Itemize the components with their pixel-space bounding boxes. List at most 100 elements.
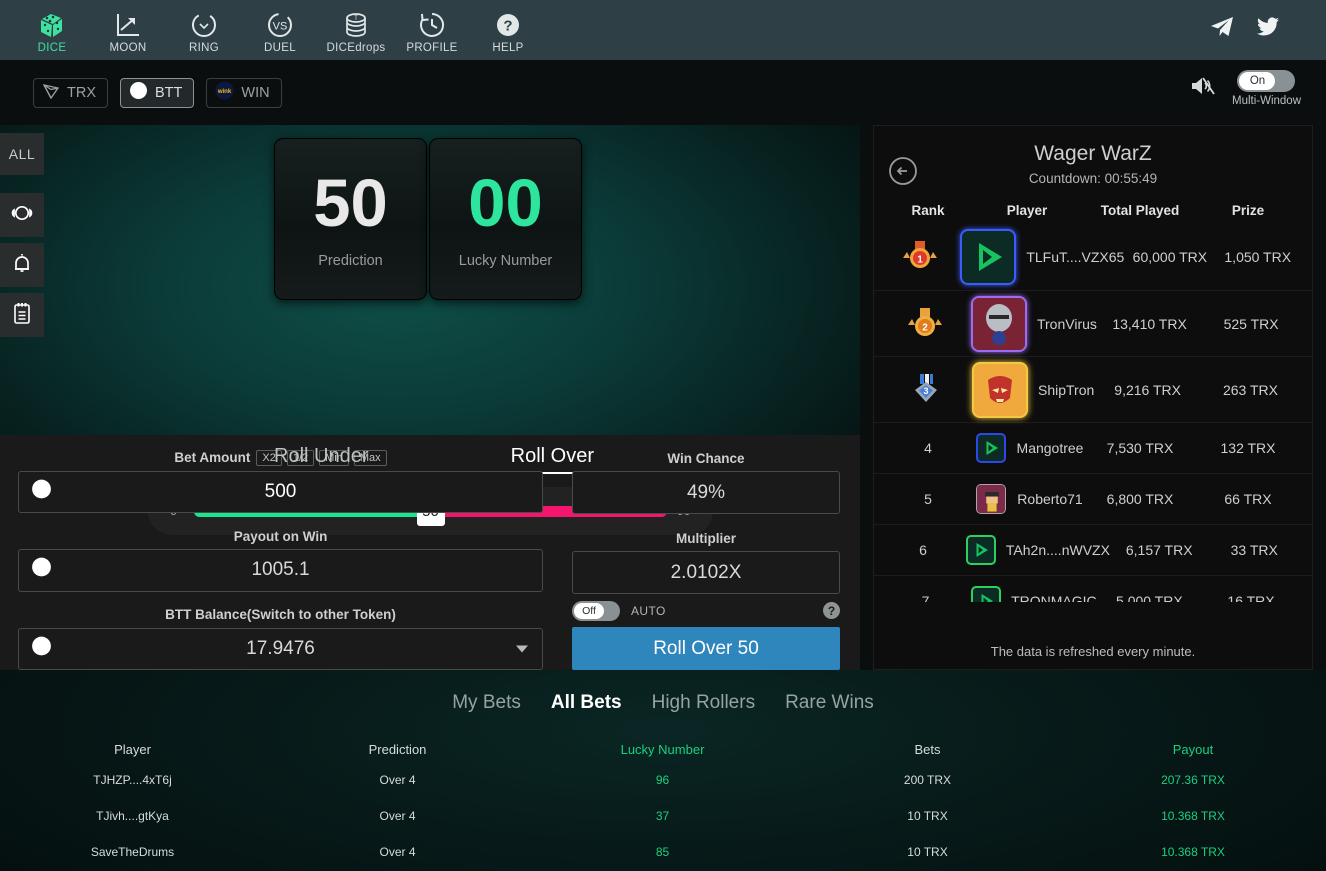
sidebar-item-support[interactable]: [0, 193, 44, 237]
bets-table: Player Prediction Lucky Number Bets Payo…: [0, 736, 1326, 870]
nav-label: RING: [189, 42, 219, 54]
question-icon[interactable]: ?: [823, 602, 840, 619]
win-chance-field[interactable]: 49%: [572, 471, 840, 514]
svg-text:2: 2: [923, 322, 929, 333]
avatar: [971, 296, 1027, 352]
sidebar-item-history[interactable]: [0, 293, 44, 337]
token-button-win[interactable]: wink WIN: [206, 78, 281, 108]
table-row[interactable]: 1 TLFuT....VZX65 60,000 TRX 1,050 TRX: [874, 224, 1312, 290]
roll-button[interactable]: Roll Over 50: [572, 627, 840, 670]
nav-item-profile[interactable]: PROFILE: [394, 6, 470, 54]
prize: 132 TRX: [1196, 440, 1300, 456]
lucky-number-label: Lucky Number: [459, 253, 552, 269]
multiplier-field[interactable]: 2.0102X: [572, 551, 840, 594]
tab-all-bets[interactable]: All Bets: [551, 692, 622, 714]
column-header-prediction: Prediction: [265, 742, 530, 757]
prize: 66 TRX: [1196, 491, 1300, 507]
leaderboard-countdown: Countdown: 00:55:49: [874, 171, 1312, 186]
table-row[interactable]: SaveTheDrums Over 4 85 10 TRX 10.368 TRX: [0, 834, 1326, 870]
tokenbar-right-controls: On Multi-Window: [1190, 70, 1301, 107]
main-content: ALL: [0, 125, 1326, 670]
chevron-down-icon[interactable]: [516, 645, 528, 652]
bet-amount-input[interactable]: 500: [18, 471, 543, 513]
bittorrent-icon: [31, 478, 52, 505]
sidebar-item-all[interactable]: ALL: [0, 133, 44, 175]
token-label: BTT: [155, 85, 182, 101]
bet-amount: 10 TRX: [795, 845, 1060, 859]
nav-item-ring[interactable]: RING: [166, 6, 242, 54]
token-label: TRX: [67, 85, 96, 101]
leaderboard-header: Wager WarZ Countdown: 00:55:49: [874, 126, 1312, 186]
multiwindow-toggle[interactable]: On: [1237, 70, 1295, 92]
bet-amount: 10 TRX: [795, 809, 1060, 823]
clipboard-icon: [10, 301, 34, 330]
bet-controls-panel: Bet Amount X2 1/2 Min Max 500 Payout on: [0, 435, 860, 670]
telegram-icon[interactable]: [1210, 16, 1234, 43]
total-played: 6,800 TRX: [1084, 491, 1196, 507]
leaderboard-footer-note: The data is refreshed every minute.: [874, 644, 1312, 659]
top-navigation-bar: DICE MOON RING VS DUEL T DICEdrops: [0, 0, 1326, 60]
player-cell: ShipTron: [966, 362, 1094, 418]
bittorrent-icon: [31, 635, 52, 662]
bet-payout: 207.36 TRX: [1060, 773, 1326, 787]
bet-left-column: Bet Amount X2 1/2 Min Max 500 Payout on: [18, 445, 543, 670]
prediction-label: Prediction: [318, 253, 382, 269]
bet-prediction: Over 4: [265, 809, 530, 823]
player-cell: TronVirus: [965, 296, 1097, 352]
player-name: TronVirus: [1037, 316, 1097, 332]
column-header-player: Player: [970, 203, 1084, 218]
win-chance-label: Win Chance: [572, 445, 840, 471]
column-header-total: Total Played: [1084, 203, 1196, 218]
auto-toggle[interactable]: Off: [572, 601, 620, 621]
twitter-icon[interactable]: [1256, 16, 1280, 43]
svg-text:3: 3: [923, 386, 928, 396]
table-row[interactable]: 7 TRONMAGIC 5,000 TRX 16 TRX: [874, 575, 1312, 602]
player-name: TRONMAGIC: [1011, 593, 1097, 602]
nav-item-dice[interactable]: DICE: [14, 6, 90, 54]
nav-label: HELP: [492, 42, 523, 54]
table-row[interactable]: 3 ShipTron 9,216 TRX 263 TRX: [874, 356, 1312, 422]
avatar: [972, 362, 1028, 418]
rank-medal: 1: [886, 238, 954, 276]
column-header-bets: Bets: [795, 742, 1060, 757]
token-button-trx[interactable]: TRX: [33, 78, 108, 108]
game-column: ALL: [0, 125, 860, 670]
nav-label: MOON: [110, 42, 147, 54]
table-row[interactable]: 6 TAh2n....nWVZX 6,157 TRX 33 TRX: [874, 524, 1312, 575]
auto-toggle-state: Off: [574, 603, 604, 619]
svg-text:VS: VS: [273, 21, 288, 33]
table-row[interactable]: TJHZP....4xT6j Over 4 96 200 TRX 207.36 …: [0, 762, 1326, 798]
wager-warz-panel: Wager WarZ Countdown: 00:55:49 Rank Play…: [873, 125, 1313, 670]
roll-mode-tabs: Roll Under Roll Over: [274, 445, 594, 474]
prediction-value: 50: [313, 170, 388, 237]
balance-selector[interactable]: 17.9476: [18, 628, 543, 670]
tab-high-rollers[interactable]: High Rollers: [652, 692, 755, 714]
sidebar-item-notifications[interactable]: [0, 243, 44, 287]
table-row[interactable]: 4 Mangotree 7,530 TRX 132 TRX: [874, 422, 1312, 473]
back-arrow-icon[interactable]: [888, 156, 918, 191]
bet-right-column: Win Chance 49% Multiplier 2.0102X Off AU…: [572, 445, 840, 670]
leaderboard-rows: 1 TLFuT....VZX65 60,000 TRX 1,050 TRX 2: [874, 224, 1312, 602]
roll-over-tab[interactable]: Roll Over: [511, 445, 594, 474]
tab-my-bets[interactable]: My Bets: [452, 692, 521, 714]
avatar: [976, 484, 1006, 514]
token-button-btt[interactable]: BTT: [120, 78, 194, 108]
table-row[interactable]: TJivh....gtKya Over 4 37 10 TRX 10.368 T…: [0, 798, 1326, 834]
nav-item-help[interactable]: ? HELP: [470, 6, 546, 54]
nav-item-moon[interactable]: MOON: [90, 6, 166, 54]
tron-icon: [42, 82, 60, 104]
nav-item-dicedrops[interactable]: T DICEdrops: [318, 6, 394, 54]
total-played: 7,530 TRX: [1084, 440, 1196, 456]
table-row[interactable]: 2 TronVirus 13,410 TRX 525 TRX: [874, 290, 1312, 356]
roll-under-tab[interactable]: Roll Under: [274, 445, 368, 474]
auto-label: AUTO: [631, 604, 666, 618]
svg-text:1: 1: [917, 255, 923, 266]
bets-table-header: Player Prediction Lucky Number Bets Payo…: [0, 736, 1326, 762]
svg-text:?: ?: [503, 18, 512, 35]
nav-label: DICEdrops: [327, 42, 386, 54]
speaker-muted-icon[interactable]: [1190, 74, 1216, 103]
svg-text:T: T: [354, 16, 358, 22]
nav-item-duel[interactable]: VS DUEL: [242, 6, 318, 54]
tab-rare-wins[interactable]: Rare Wins: [785, 692, 874, 714]
table-row[interactable]: 5 Roberto71 6,800 TRX 66 TRX: [874, 473, 1312, 524]
